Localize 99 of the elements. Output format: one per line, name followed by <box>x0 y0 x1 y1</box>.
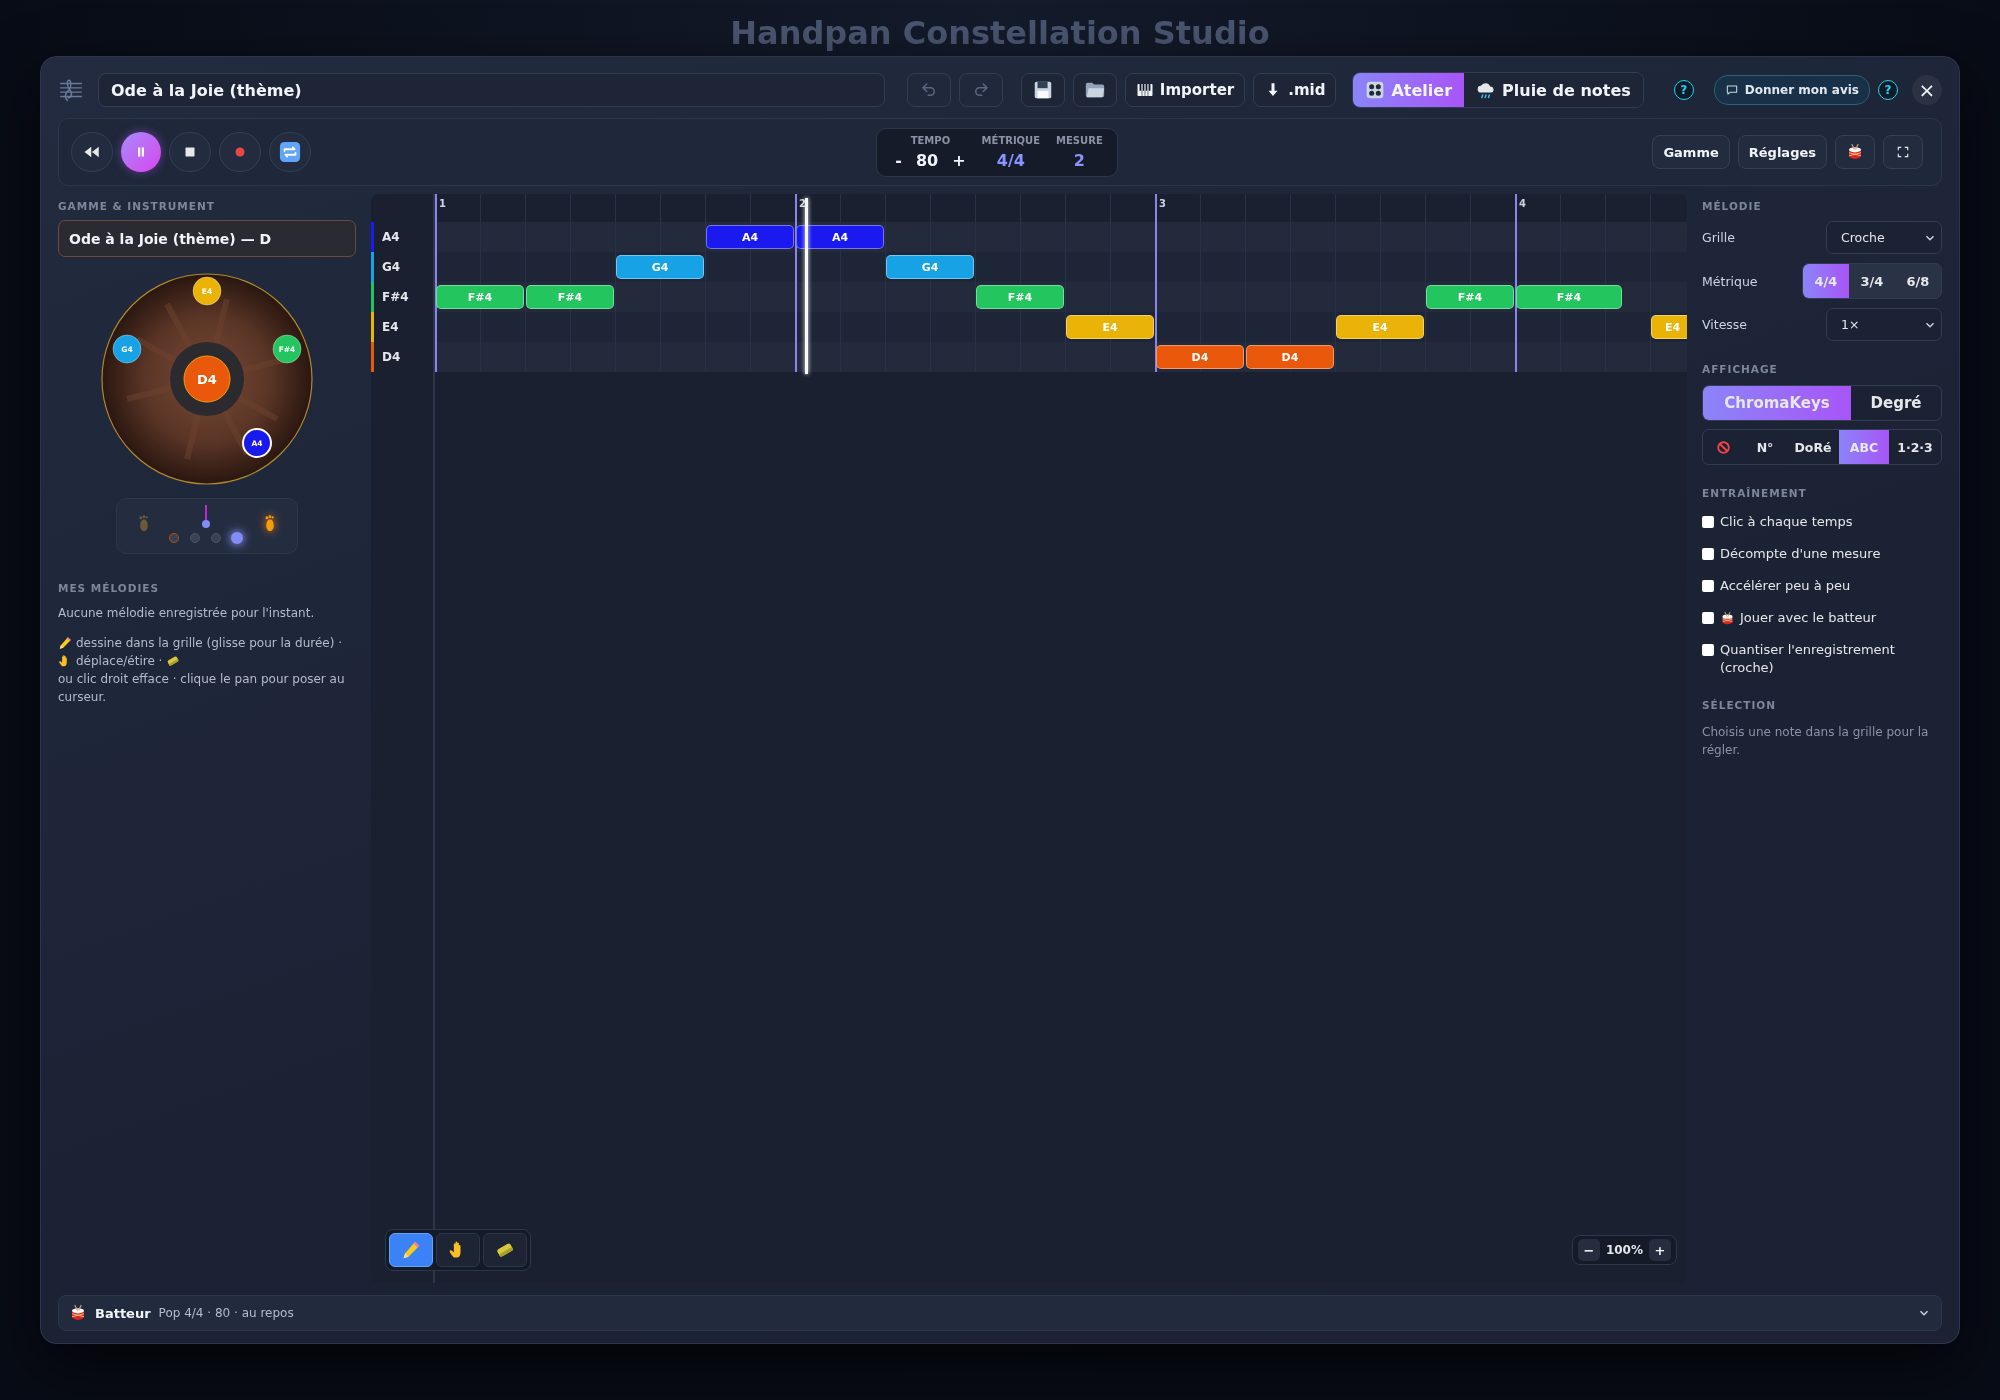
save-button[interactable] <box>1020 73 1065 107</box>
toolbar-button[interactable]: Réglages <box>1737 135 1827 169</box>
note-block[interactable]: D4 <box>1156 345 1244 369</box>
section-heading: SÉLECTION <box>1702 699 1778 711</box>
checkbox[interactable] <box>1702 644 1714 656</box>
color-mode-option[interactable]: Degré <box>1851 386 1941 420</box>
piano-keys-icon <box>1135 81 1154 99</box>
drum-icon <box>1720 610 1735 626</box>
scale-selector[interactable]: Ode à la Joie (thème) — D <box>58 220 356 257</box>
stop-button[interactable] <box>169 132 211 172</box>
import-button[interactable]: Importer <box>1124 73 1246 107</box>
drummer-status: Pop 4/4 · 80 · au repos <box>158 1306 295 1320</box>
checkbox-label: Jouer avec le batteur <box>1740 609 1877 627</box>
zoom-in-button[interactable]: + <box>1649 1239 1671 1261</box>
section-heading: GAMME & INSTRUMENT <box>58 200 216 212</box>
view-tab[interactable]: Pluie de notes <box>1464 73 1643 107</box>
drummer-button[interactable] <box>1835 135 1875 169</box>
checkbox[interactable] <box>1702 580 1714 592</box>
note-block[interactable]: D4 <box>1246 345 1334 369</box>
eraser-tool-button[interactable] <box>483 1233 527 1267</box>
drummer-name: Batteur <box>95 1305 151 1321</box>
title-field[interactable]: Ode à la Joie (thème) <box>98 73 885 107</box>
measure-number: 2 <box>799 198 806 209</box>
piano-roll-grid[interactable]: 1 2 3 4 A4 A4 A4 G4 G4 G4 F#4 F#4 F#4 F#4 F#4 F#4 E4 E4 E4 E4 D4 D4 D4 − 100% + <box>371 194 1687 1283</box>
help-button[interactable]: ? <box>1878 80 1898 100</box>
section-heading: MÉLODIE <box>1702 200 1763 212</box>
measure-number: 3 <box>1159 198 1166 209</box>
row-label: G4 <box>371 252 435 282</box>
checkbox[interactable] <box>1702 516 1714 528</box>
playhead[interactable] <box>804 198 808 374</box>
grid-select[interactable]: Croche <box>1826 221 1942 254</box>
meter-value: 4/4 <box>996 150 1025 170</box>
loop-button[interactable] <box>269 132 311 172</box>
pencil-icon <box>58 636 72 650</box>
row-label: E4 <box>371 312 435 342</box>
checkbox-label: Décompte d'une mesure <box>1720 545 1881 563</box>
section-heading: ENTRAÎNEMENT <box>1702 487 1808 499</box>
measure-value: 2 <box>1073 150 1085 170</box>
section-heading: AFFICHAGE <box>1702 363 1779 375</box>
drummer-bar[interactable]: Batteur Pop 4/4 · 80 · au repos <box>58 1295 1942 1331</box>
close-button[interactable]: × <box>1912 75 1942 105</box>
help-button[interactable]: ? <box>1673 80 1694 100</box>
label-mode-option[interactable]: N° <box>1743 430 1787 464</box>
label-mode-option[interactable]: 1·2·3 <box>1889 430 1941 464</box>
tempo-increase-button[interactable]: + <box>952 150 966 170</box>
app-title: Handpan Constellation Studio <box>729 14 1271 52</box>
section-heading: MES MÉLODIES <box>58 582 161 594</box>
row-label: F#4 <box>371 282 435 312</box>
help-text: dessine dans la grille (glisse pour la durée) · <box>76 635 342 652</box>
rewind-button[interactable] <box>71 132 113 172</box>
row-label: A4 <box>371 222 435 252</box>
field-label: Grille <box>1702 230 1735 245</box>
measure-label: MESURE <box>1056 134 1103 146</box>
midi-export-button[interactable]: .mid <box>1253 73 1337 107</box>
tempo-value: 80 <box>915 150 939 170</box>
meter-label: MÉTRIQUE <box>981 134 1041 146</box>
field-label: Vitesse <box>1702 317 1748 332</box>
dice-grid-icon <box>1365 80 1386 100</box>
checkbox[interactable] <box>1702 548 1714 560</box>
measure-number: 4 <box>1519 198 1526 209</box>
loop-icon <box>279 141 301 163</box>
note-block[interactable]: A4 <box>796 225 884 249</box>
label-mode-option[interactable]: DoRé <box>1787 430 1839 464</box>
help-text: déplace/étire · <box>76 653 163 670</box>
drum-icon <box>69 1304 87 1322</box>
measure-number: 1 <box>439 198 446 209</box>
field-label: Métrique <box>1702 273 1758 289</box>
feedback-button[interactable]: Donner mon avis <box>1713 75 1870 105</box>
tempo-decrease-button[interactable]: - <box>895 150 902 170</box>
open-button[interactable] <box>1072 73 1117 107</box>
checkbox-label: Quantiser l'enregistrement (croche) <box>1720 641 1896 677</box>
undo-icon <box>919 81 938 99</box>
chat-bubble-icon <box>1724 83 1739 97</box>
tempo-label: TEMPO <box>910 134 951 146</box>
toolbar-button[interactable]: Gamme <box>1652 135 1730 169</box>
checkbox[interactable] <box>1702 612 1714 624</box>
tone-field[interactable]: D4 <box>183 355 231 403</box>
fullscreen-icon <box>1896 145 1910 159</box>
help-text: ou clic droit efface · clique le pan pour poser au curseur. <box>58 671 346 706</box>
pause-button[interactable] <box>121 132 161 172</box>
hint-text: Choisis une note dans la grille pour la régler. <box>1702 724 1930 759</box>
pencil-icon <box>401 1240 421 1260</box>
speed-select[interactable]: 1× <box>1826 308 1942 341</box>
note-block[interactable]: A4 <box>706 225 794 249</box>
pencil-tool-button[interactable] <box>389 1233 433 1267</box>
no-entry-icon <box>1715 439 1731 455</box>
meter-option[interactable]: 6/8 <box>1895 264 1941 298</box>
checkbox-label: Clic à chaque temps <box>1720 513 1853 531</box>
hand-tool-button[interactable] <box>436 1233 480 1267</box>
empty-state-text: Aucune mélodie enregistrée pour l'instant. <box>58 606 316 620</box>
record-button[interactable] <box>219 132 261 172</box>
drum-icon <box>1846 143 1864 161</box>
sheet-music-icon <box>58 77 84 103</box>
row-label: D4 <box>371 342 435 372</box>
checkbox-label: Accélérer peu à peu <box>1720 577 1851 595</box>
metronome-needle-icon <box>201 505 211 529</box>
zoom-out-button[interactable]: − <box>1577 1239 1600 1261</box>
meter-option[interactable]: 3/4 <box>1849 264 1895 298</box>
zoom-level: 100% <box>1605 1243 1643 1257</box>
